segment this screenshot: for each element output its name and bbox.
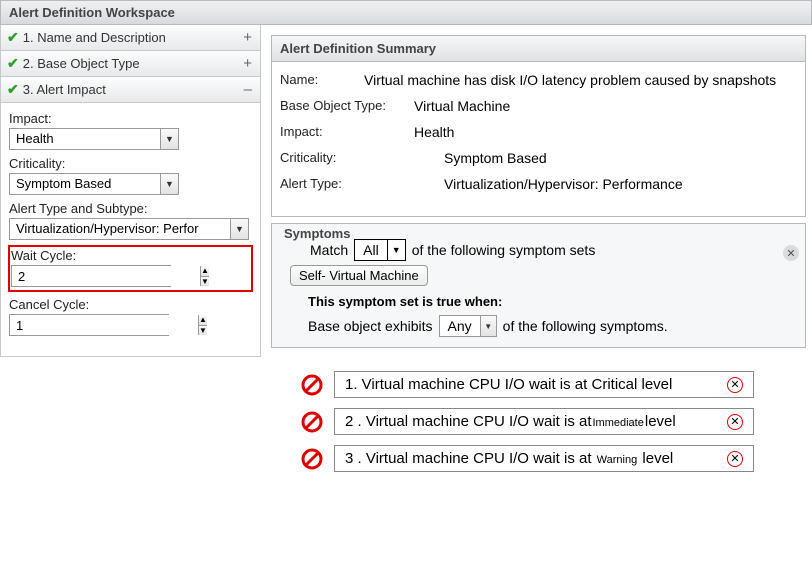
check-icon: ✔ [7,29,19,46]
accordion-step-2[interactable]: ✔ 2. Base Object Type + [0,51,261,77]
accordion-label: 3. Alert Impact [23,82,244,97]
step-down-icon[interactable]: ▼ [201,276,209,287]
remove-icon[interactable]: ✕ [727,377,743,393]
match-select[interactable]: All ▼ [354,239,406,261]
summary-crit-key: Criticality: [274,150,444,166]
prohibit-icon [300,447,324,471]
alert-impact-panel: Impact: Health ▼ Criticality: Symptom Ba… [0,103,261,357]
cancel-cycle-label: Cancel Cycle: [9,297,252,312]
collapse-icon[interactable]: – [244,81,252,98]
chevron-down-icon[interactable]: ▼ [230,219,248,239]
rule-suffix: of the following symptoms. [503,318,668,334]
chevron-down-icon[interactable]: ▼ [160,174,178,194]
match-value: All [355,240,387,260]
summary-base-val: Virtual Machine [414,98,510,114]
symptom-row: 2 . Virtual machine CPU I/O wait is atIm… [300,408,812,435]
chevron-down-icon[interactable]: ▼ [387,240,405,260]
criticality-label: Criticality: [9,156,252,171]
symptom-row: 1. Virtual machine CPU I/O wait is at Cr… [300,371,812,398]
accordion-label: 2. Base Object Type [23,56,244,71]
expand-icon[interactable]: + [243,55,252,72]
workspace-header: Alert Definition Workspace [0,0,812,25]
chevron-down-icon[interactable]: ▼ [160,129,178,149]
prohibit-icon [300,410,324,434]
accordion-step-1[interactable]: ✔ 1. Name and Description + [0,25,261,51]
rule-value: Any [440,316,480,336]
symptom-item[interactable]: 3 . Virtual machine CPU I/O wait is at W… [334,445,754,472]
wait-cycle-highlight: Wait Cycle: ▲ ▼ [9,246,252,291]
match-label: Match [310,242,348,258]
step-up-icon[interactable]: ▲ [201,266,209,276]
symptoms-box: Symptoms ✕ Match All ▼ of the following … [271,223,806,348]
wait-cycle-stepper[interactable]: ▲ ▼ [11,265,171,287]
summary-header: Alert Definition Summary [272,36,805,62]
check-icon: ✔ [7,81,19,98]
summary-box: Alert Definition Summary Name:Virtual ma… [271,35,806,217]
summary-type-key: Alert Type: [274,176,444,192]
impact-label: Impact: [9,111,252,126]
criticality-value: Symptom Based [10,174,160,194]
summary-name-key: Name: [274,72,364,88]
remove-icon[interactable]: ✕ [727,414,743,430]
wait-cycle-label: Wait Cycle: [11,248,250,263]
rule-select[interactable]: Any ▼ [439,315,497,337]
summary-type-val: Virtualization/Hypervisor: Performance [444,176,683,192]
alerttype-label: Alert Type and Subtype: [9,201,252,216]
criticality-select[interactable]: Symptom Based ▼ [9,173,179,195]
match-suffix: of the following symptom sets [412,242,596,258]
accordion-step-3[interactable]: ✔ 3. Alert Impact – [0,77,261,103]
alerttype-value: Virtualization/Hypervisor: Perfor [10,219,230,239]
rule-prefix: Base object exhibits [308,318,433,334]
cancel-cycle-stepper[interactable]: ▲ ▼ [9,314,169,336]
symptom-rule-heading: This symptom set is true when: [308,294,795,309]
scope-pill[interactable]: Self- Virtual Machine [290,265,428,286]
symptom-item[interactable]: 1. Virtual machine CPU I/O wait is at Cr… [334,371,754,398]
symptom-row: 3 . Virtual machine CPU I/O wait is at W… [300,445,812,472]
accordion-label: 1. Name and Description [23,30,244,45]
wait-cycle-input[interactable] [12,266,200,286]
summary-impact-key: Impact: [274,124,414,140]
symptom-list: 1. Virtual machine CPU I/O wait is at Cr… [300,371,812,472]
step-down-icon[interactable]: ▼ [199,325,207,336]
main-area: Alert Definition Summary Name:Virtual ma… [261,25,812,357]
impact-select[interactable]: Health ▼ [9,128,179,150]
alerttype-select[interactable]: Virtualization/Hypervisor: Perfor ▼ [9,218,249,240]
sidebar: ✔ 1. Name and Description + ✔ 2. Base Ob… [0,25,261,357]
summary-name-val: Virtual machine has disk I/O latency pro… [364,72,776,88]
impact-value: Health [10,129,160,149]
check-icon: ✔ [7,55,19,72]
expand-icon[interactable]: + [243,29,252,46]
remove-icon[interactable]: ✕ [727,451,743,467]
symptom-item[interactable]: 2 . Virtual machine CPU I/O wait is atIm… [334,408,754,435]
step-up-icon[interactable]: ▲ [199,315,207,325]
summary-base-key: Base Object Type: [274,98,414,114]
chevron-down-icon[interactable]: ▼ [480,316,496,336]
summary-crit-val: Symptom Based [444,150,547,166]
close-icon[interactable]: ✕ [783,245,799,261]
summary-impact-val: Health [414,124,454,140]
cancel-cycle-input[interactable] [10,315,198,335]
prohibit-icon [300,373,324,397]
